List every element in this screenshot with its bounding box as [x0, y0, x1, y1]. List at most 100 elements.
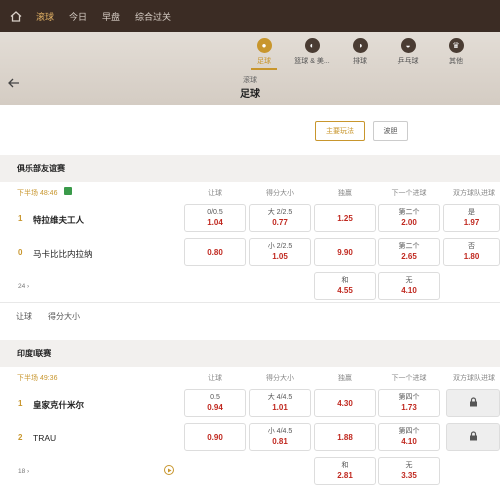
- live-stats-icon[interactable]: [64, 187, 72, 195]
- nav-early[interactable]: 早盘: [102, 10, 120, 23]
- odds-line: 小 4/4.5: [267, 428, 293, 435]
- odds-line: 0.5: [210, 394, 220, 401]
- odds-line: 0/0.5: [207, 209, 223, 216]
- more-count: 24: [18, 283, 26, 290]
- soccer-ball-icon: ●: [256, 38, 272, 53]
- sport-label: 其他: [449, 58, 463, 65]
- odds-line: 第二个: [398, 209, 420, 216]
- odds-cell[interactable]: 是 1.97: [443, 204, 500, 232]
- column-header: 下一个进球: [391, 190, 427, 197]
- odds-value: 1.97: [463, 218, 480, 227]
- more-markets-link[interactable]: 24 ›: [18, 283, 29, 290]
- odds-cell[interactable]: 小 2/2.5 1.05: [249, 238, 311, 266]
- sport-tab-pingpong[interactable]: ◒ 乒乓球: [384, 36, 432, 70]
- odds-value: 0.77: [272, 218, 288, 227]
- sub-tab-handicap[interactable]: 让球: [16, 311, 32, 322]
- lock-icon: [469, 428, 478, 446]
- league-header[interactable]: 俱乐部友谊赛: [0, 155, 500, 182]
- nav-today[interactable]: 今日: [69, 10, 87, 23]
- sport-label: 乒乓球: [397, 58, 419, 65]
- column-headers: 下半场 48:46 让球 得分大小 独赢 下一个进球 双方球队进球: [0, 182, 500, 202]
- odds-value: 4.55: [337, 286, 353, 295]
- team-name: TRAU: [33, 433, 57, 443]
- odds-line: 是: [468, 209, 475, 216]
- odds-cell[interactable]: 否 1.80: [443, 238, 500, 266]
- match-time: 下半场 49:36: [17, 375, 58, 382]
- column-header: 独赢: [338, 375, 352, 382]
- odds-value: 1.01: [272, 403, 288, 412]
- odds-cell[interactable]: 0.80: [184, 238, 246, 266]
- odds-line: 大 4/4.5: [267, 394, 293, 401]
- odds-value: 9.90: [337, 247, 353, 257]
- page-title: 足球: [240, 89, 260, 100]
- match-row: 1 特拉维夫工人 0/0.5 1.04 大 2/2.5 0.77 1.25 第二个 2…: [0, 202, 500, 236]
- odds-cell-locked: [446, 423, 500, 451]
- sub-tab-over-under[interactable]: 得分大小: [48, 311, 80, 322]
- odds-value: 0.90: [207, 432, 223, 442]
- odds-value: 0.80: [207, 247, 223, 257]
- odds-value: 1.04: [207, 218, 223, 227]
- odds-cell[interactable]: 第四个 4.10: [378, 423, 440, 451]
- column-header: 得分大小: [266, 375, 294, 382]
- column-header: 让球: [208, 190, 222, 197]
- breadcrumb: 滚球: [243, 77, 257, 84]
- score: 1: [18, 214, 23, 223]
- odds-value: 1.80: [463, 252, 480, 261]
- odds-value: 2.65: [401, 252, 417, 261]
- sport-tab-other[interactable]: ♛ 其他: [432, 36, 480, 70]
- sport-tab-soccer[interactable]: ● 足球: [240, 36, 288, 70]
- odds-line: 大 2/2.5: [267, 209, 293, 216]
- odds-value: 4.30: [337, 398, 353, 408]
- odds-cell[interactable]: 4.30: [314, 389, 376, 417]
- odds-cell-none[interactable]: 无 4.10: [378, 272, 440, 300]
- sport-tab-basketball[interactable]: ◐ 篮球 & 美...: [288, 36, 336, 70]
- odds-cell[interactable]: 0.90: [184, 423, 246, 451]
- odds-line: 和: [341, 462, 349, 469]
- odds-value: 2.00: [401, 218, 417, 227]
- volleyball-icon: ◑: [352, 38, 368, 53]
- odds-cell[interactable]: 1.25: [314, 204, 376, 232]
- column-headers: 下半场 49:36 让球 得分大小 独赢 下一个进球 双方球队进球: [0, 367, 500, 387]
- league-header[interactable]: 印度I联赛: [0, 340, 500, 367]
- sport-label: 足球: [257, 58, 271, 65]
- sport-tab-volleyball[interactable]: ◑ 排球: [336, 36, 384, 70]
- odds-cell[interactable]: 0/0.5 1.04: [184, 204, 246, 232]
- odds-cell-draw[interactable]: 和 4.55: [314, 272, 376, 300]
- odds-line: 小 2/2.5: [267, 243, 293, 250]
- odds-cell[interactable]: 第二个 2.65: [378, 238, 440, 266]
- odds-cell[interactable]: 第四个 1.73: [378, 389, 440, 417]
- live-stream-icon[interactable]: [164, 465, 174, 475]
- odds-cell-locked: [446, 389, 500, 417]
- odds-cell[interactable]: 小 4/4.5 0.81: [249, 423, 311, 451]
- odds-value: 0.81: [272, 437, 288, 446]
- correct-score-button[interactable]: 波胆: [373, 121, 408, 141]
- score: 0: [18, 248, 23, 257]
- more-markets-link[interactable]: 18 ›: [18, 468, 29, 475]
- odds-value: 2.81: [337, 471, 353, 480]
- odds-cell-draw[interactable]: 和 2.81: [314, 457, 376, 485]
- odds-cell[interactable]: 0.5 0.94: [184, 389, 246, 417]
- home-icon[interactable]: [8, 9, 24, 23]
- filter-bar: 主要玩法 波胆: [0, 105, 500, 155]
- nav-parlay[interactable]: 综合过关: [135, 10, 171, 23]
- main-markets-button[interactable]: 主要玩法: [315, 121, 365, 141]
- odds-cell[interactable]: 大 2/2.5 0.77: [249, 204, 311, 232]
- nav-inplay[interactable]: 滚球: [36, 10, 54, 23]
- column-header: 双方球队进球: [453, 190, 495, 197]
- column-header: 下一个进球: [391, 375, 427, 382]
- score: 1: [18, 399, 23, 408]
- odds-cell[interactable]: 1.88: [314, 423, 376, 451]
- odds-cell[interactable]: 大 4/4.5 1.01: [249, 389, 311, 417]
- odds-value: 1.88: [337, 432, 353, 442]
- odds-cell[interactable]: 9.90: [314, 238, 376, 266]
- odds-cell[interactable]: 第二个 2.00: [378, 204, 440, 232]
- more-row: 18 › 和 2.81 无 3.35: [0, 455, 500, 487]
- column-header: 得分大小: [266, 190, 294, 197]
- sport-header: ● 足球 ◐ 篮球 & 美... ◑ 排球 ◒ 乒乓球 ♛ 其他 滚球 足球: [0, 32, 500, 105]
- back-arrow-icon[interactable]: [8, 78, 20, 91]
- odds-cell-none[interactable]: 无 3.35: [378, 457, 440, 485]
- basketball-icon: ◐: [304, 38, 320, 53]
- odds-line: 无: [405, 462, 413, 469]
- odds-line: 无: [405, 277, 413, 284]
- column-header: 让球: [208, 375, 222, 382]
